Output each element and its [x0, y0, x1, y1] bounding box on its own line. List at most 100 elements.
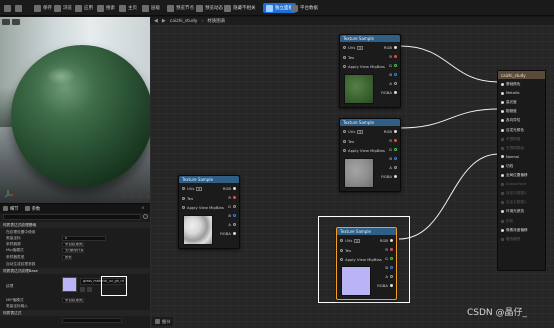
input-pin-icon[interactable] [501, 201, 504, 205]
mipbias-pin-icon[interactable] [343, 65, 346, 68]
result-pin-row[interactable]: 切线 [501, 164, 513, 169]
result-pin-row[interactable]: 不透明蒙版 [501, 146, 524, 151]
graph-details-tab[interactable]: 细节 [152, 317, 174, 326]
result-pin-row[interactable]: 全局位置偏移 [501, 173, 528, 178]
input-pin-icon[interactable] [501, 210, 504, 214]
section-misc[interactable]: 材质表达式 [0, 310, 150, 316]
tex-pin-icon[interactable] [343, 56, 346, 59]
platform-data-button[interactable]: 平台数据 [291, 3, 318, 13]
result-pin-row[interactable]: 像素深度偏移 [501, 228, 528, 233]
viewport-menu-icon[interactable] [2, 19, 10, 25]
input-pin-icon[interactable] [501, 228, 504, 232]
r-pin-icon[interactable] [394, 139, 397, 142]
b-pin-icon[interactable] [394, 73, 397, 76]
input-pin-icon[interactable] [501, 119, 504, 123]
rgba-pin-icon[interactable] [394, 175, 397, 178]
details-search-input[interactable] [3, 214, 141, 220]
result-pin-row[interactable]: 不透明度 [501, 137, 520, 142]
apply-text-button[interactable]: 应用 [75, 3, 93, 13]
result-pin-row[interactable]: Subsurface [501, 182, 526, 186]
rgb-pin-icon[interactable] [390, 239, 393, 242]
r-pin-icon[interactable] [233, 196, 236, 199]
uv-pin-icon[interactable] [340, 239, 343, 242]
input-pin-icon[interactable] [501, 155, 504, 159]
rgb-pin-icon[interactable] [394, 130, 397, 133]
result-pin-row[interactable]: 着色模型 [501, 237, 520, 242]
rgba-pin-icon[interactable] [233, 232, 236, 235]
r-pin-icon[interactable] [394, 55, 397, 58]
input-pin-icon[interactable] [501, 237, 504, 241]
material-preview-viewport[interactable] [0, 17, 150, 203]
input-pin-icon[interactable] [501, 101, 504, 105]
input-pin-icon[interactable] [501, 219, 504, 223]
g-pin-icon[interactable] [394, 64, 397, 67]
result-pin-row[interactable]: 自定义数据0 [501, 191, 526, 196]
result-pin-row[interactable]: 粗糙度 [501, 109, 517, 114]
rgba-pin-icon[interactable] [390, 284, 393, 287]
tab-parameters[interactable]: 参数 [24, 206, 40, 212]
g-pin-icon[interactable] [233, 205, 236, 208]
input-pin-icon[interactable] [501, 146, 504, 150]
section-material-expression[interactable]: 材质表达式纹理基础 [0, 222, 150, 228]
a-pin-icon[interactable] [394, 166, 397, 169]
uv-pin-icon[interactable] [182, 187, 185, 190]
material-result-node[interactable]: caizhi_study 基础颜色 Metallic 高光度 粗糙度 各向异性 自发光颜色… [497, 70, 546, 271]
browse-icon-button[interactable] [15, 3, 22, 13]
tex-pin-icon[interactable] [343, 140, 346, 143]
result-pin-row[interactable]: Metallic [501, 91, 520, 95]
viewport-view-icon[interactable] [12, 19, 20, 25]
input-pin-icon[interactable] [501, 128, 504, 132]
sphere-icon[interactable] [130, 193, 135, 198]
result-pin-row[interactable]: 基础颜色 [501, 82, 520, 87]
r-pin-icon[interactable] [390, 248, 393, 251]
input-pin-icon[interactable] [501, 174, 504, 177]
cylinder-icon[interactable] [122, 193, 127, 198]
result-pin-row[interactable]: 高光度 [501, 100, 517, 105]
apply-button[interactable]: 保存 [34, 3, 52, 13]
tex-pin-icon[interactable] [182, 197, 185, 200]
back-arrow-icon[interactable]: ◀ [154, 18, 158, 24]
uv-pin-icon[interactable] [343, 130, 346, 133]
input-pin-icon[interactable] [501, 83, 504, 86]
gear-icon[interactable] [143, 214, 148, 219]
breadcrumb-asset[interactable]: caizhi_study [170, 19, 198, 24]
texture-sample-node-selected[interactable]: Texture Sample UVs 0 Tex Apply View MipBi… [336, 227, 397, 300]
result-pin-row[interactable]: 各向异性 [501, 118, 520, 123]
g-pin-icon[interactable] [390, 257, 393, 260]
input-pin-icon[interactable] [501, 91, 504, 95]
uv-pin-icon[interactable] [343, 46, 346, 49]
home-button[interactable]: 主页 [119, 3, 137, 13]
search-button[interactable]: 搜索 [97, 3, 115, 13]
hide-unrelated-button[interactable]: 隐藏不相关 [224, 3, 256, 13]
g-pin-icon[interactable] [394, 148, 397, 151]
result-pin-row[interactable]: 环境光遮挡 [501, 209, 524, 214]
texture-sample-node[interactable]: Texture Sample UVs 0 Tex Apply View MipBi… [178, 175, 240, 249]
tab-details[interactable]: 细节 [3, 206, 19, 212]
mipbias-pin-icon[interactable] [343, 149, 346, 152]
input-pin-icon[interactable] [501, 110, 504, 114]
result-pin-row[interactable]: Normal [501, 155, 519, 159]
browse-button[interactable]: 浏览 [54, 3, 72, 13]
preview-node-button[interactable]: 预览节点▼ [167, 3, 199, 13]
input-pin-icon[interactable] [501, 137, 504, 141]
live-preview-button[interactable]: 预览动态▼ [196, 3, 228, 13]
tex-pin-icon[interactable] [340, 249, 343, 252]
plane-icon[interactable] [138, 193, 143, 198]
browse-asset-icon[interactable] [80, 287, 85, 292]
mipbias-pin-icon[interactable] [182, 206, 185, 209]
texture-thumbnail[interactable] [62, 277, 77, 292]
input-pin-icon[interactable] [501, 164, 504, 168]
b-pin-icon[interactable] [390, 266, 393, 269]
result-pin-row[interactable]: 自发光颜色 [501, 128, 524, 133]
rgb-pin-icon[interactable] [233, 187, 236, 190]
result-pin-row[interactable]: 折射 [501, 219, 513, 224]
a-pin-icon[interactable] [233, 223, 236, 226]
save-button[interactable] [4, 3, 11, 13]
section-texture-base[interactable]: 材质表达式纹理Base [0, 268, 150, 274]
input-pin-icon[interactable] [501, 192, 504, 196]
close-icon[interactable]: × [141, 206, 145, 211]
use-selected-icon[interactable] [87, 287, 92, 292]
texture-sample-node[interactable]: Texture Sample UVs 0 Tex Apply View MipBi… [339, 118, 401, 192]
forward-arrow-icon[interactable]: ▶ [162, 18, 166, 24]
b-pin-icon[interactable] [233, 214, 236, 217]
